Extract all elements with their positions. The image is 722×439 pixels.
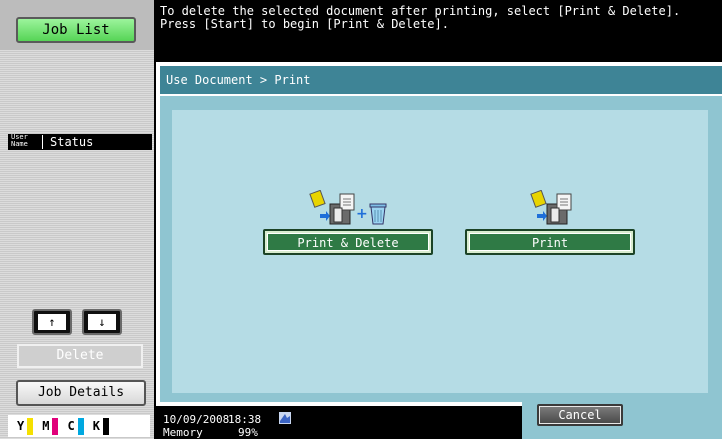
scroll-down-button[interactable]: ↓ bbox=[82, 309, 122, 335]
toner-cyan: C bbox=[67, 417, 84, 435]
delete-button[interactable]: Delete bbox=[17, 344, 143, 368]
memory-label: Memory bbox=[163, 426, 203, 439]
status-date: 10/09/2008 bbox=[163, 413, 230, 426]
job-list-column-header: User Name Status bbox=[8, 134, 152, 150]
toner-bar-c bbox=[77, 417, 84, 435]
toner-label-c: C bbox=[67, 419, 75, 433]
arrow-up-icon: ↑ bbox=[38, 314, 66, 330]
toner-bar-k bbox=[102, 417, 109, 435]
column-separator bbox=[42, 135, 43, 149]
toner-bar-y bbox=[27, 417, 34, 435]
job-details-button[interactable]: Job Details bbox=[16, 380, 146, 406]
print-delete-label: Print & Delete bbox=[267, 233, 429, 251]
toner-black: K bbox=[92, 417, 109, 435]
network-icon bbox=[278, 410, 292, 429]
scroll-up-button[interactable]: ↑ bbox=[32, 309, 72, 335]
job-list-button[interactable]: Job List bbox=[16, 17, 136, 43]
toner-label-k: K bbox=[92, 419, 100, 433]
instruction-message: To delete the selected document after pr… bbox=[160, 5, 720, 31]
cancel-button[interactable]: Cancel bbox=[537, 404, 623, 426]
toner-bar-m bbox=[52, 417, 59, 435]
toner-label-m: M bbox=[42, 419, 50, 433]
toner-levels: Y M C K bbox=[8, 415, 150, 437]
print-button[interactable]: Print bbox=[465, 229, 635, 255]
print-delete-button[interactable]: Print & Delete bbox=[263, 229, 433, 255]
memory-value: 99% bbox=[238, 426, 258, 439]
breadcrumb: Use Document > Print bbox=[160, 66, 722, 94]
toner-magenta: M bbox=[42, 417, 59, 435]
left-panel bbox=[0, 0, 154, 439]
print-icon bbox=[529, 189, 577, 230]
status-time: 18:38 bbox=[228, 413, 262, 426]
column-user-line2: Name bbox=[11, 140, 28, 148]
message-line-2: Press [Start] to begin [Print & Delete]. bbox=[160, 17, 449, 31]
print-label: Print bbox=[469, 233, 631, 251]
column-user-name: User Name bbox=[11, 134, 28, 148]
cancel-label: Cancel bbox=[540, 407, 620, 423]
toner-yellow: Y bbox=[17, 417, 34, 435]
svg-text:+: + bbox=[356, 206, 368, 222]
print-delete-icon: + bbox=[308, 189, 392, 230]
toner-label-y: Y bbox=[17, 419, 25, 433]
arrow-down-icon: ↓ bbox=[88, 314, 116, 330]
column-status: Status bbox=[50, 135, 94, 149]
